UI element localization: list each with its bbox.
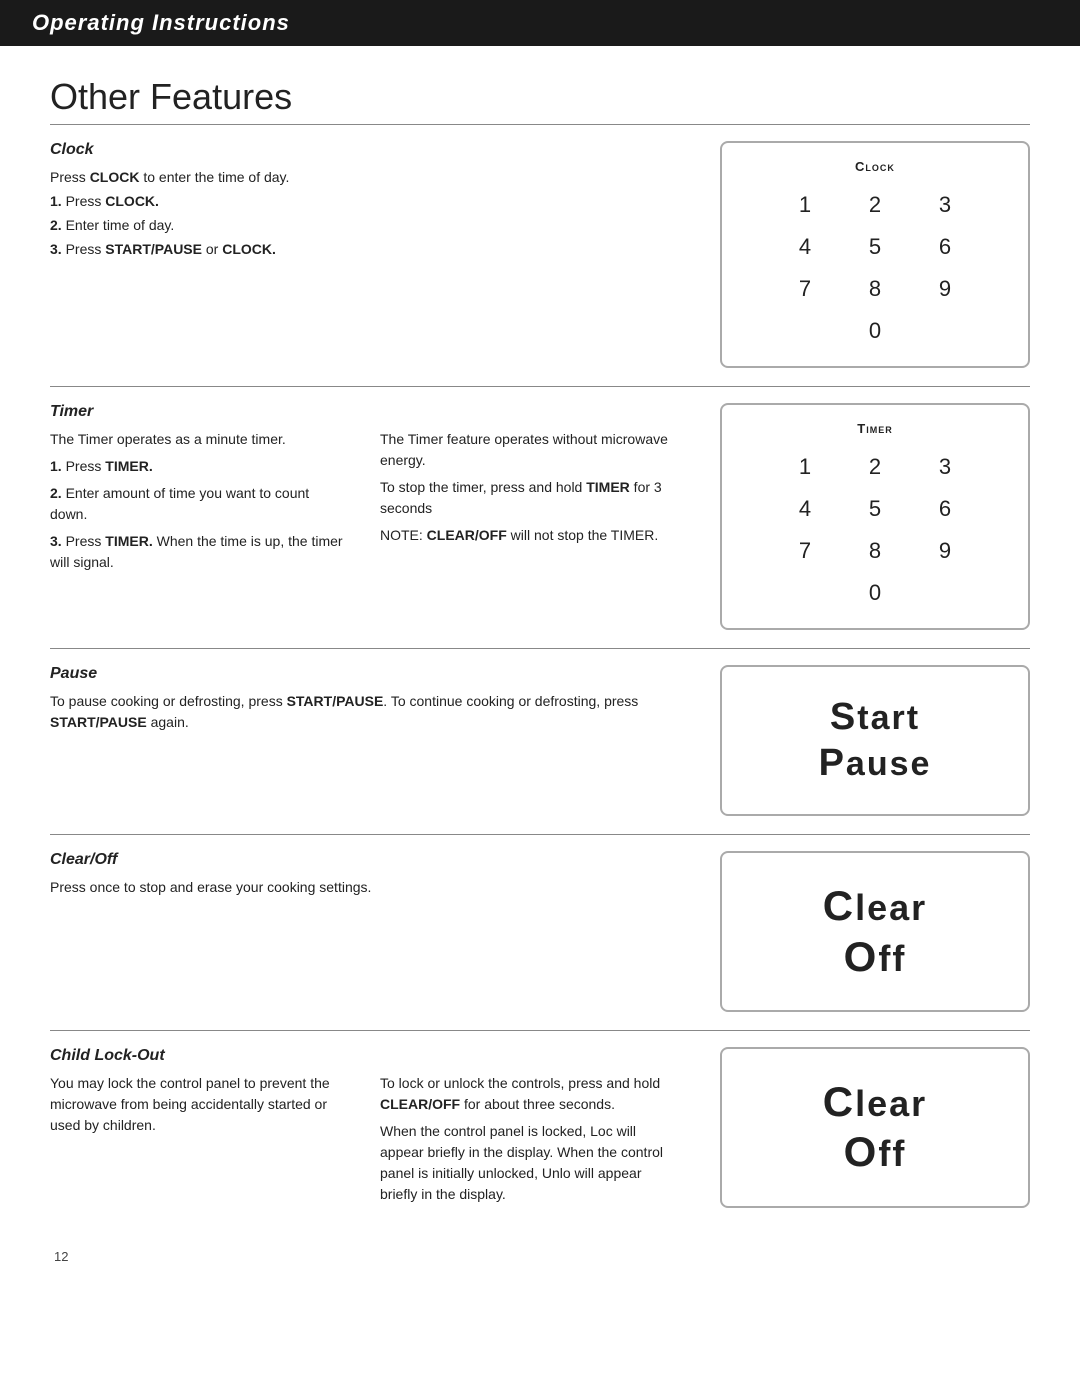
numpad-1: 1 [779, 186, 831, 224]
clearoff-panel-text: Clear Off [823, 881, 927, 982]
clock-section: Clock Press CLOCK to enter the time of d… [50, 141, 1030, 386]
timer-note2: To stop the timer, press and hold TIMER … [380, 477, 680, 519]
page-content: Other Features Clock Press CLOCK to ente… [0, 46, 1080, 1304]
clock-panel: Clock 1 2 3 4 5 6 7 8 9 0 [720, 141, 1030, 368]
timer-two-col: The Timer operates as a minute timer. 1.… [50, 429, 680, 579]
timer-divider [50, 386, 1030, 387]
timer-note1: The Timer feature operates without micro… [380, 429, 680, 471]
timer-panel-label: Timer [857, 421, 892, 436]
childlock-note2: When the control panel is locked, Loc wi… [380, 1121, 680, 1205]
timer-note3: NOTE: CLEAR/OFF will not stop the TIMER. [380, 525, 680, 546]
numpad-3: 3 [919, 186, 971, 224]
timer-numpad: 1 2 3 4 5 6 7 8 9 0 [779, 448, 971, 612]
childlock-section: Child Lock-Out You may lock the control … [50, 1047, 1030, 1229]
header-title: Operating Instructions [32, 10, 1048, 36]
pause-divider [50, 648, 1030, 649]
page-title: Other Features [50, 76, 1030, 118]
numpad-empty-left [779, 312, 831, 350]
timer-numpad-8: 8 [849, 532, 901, 570]
childlock-panel-text: Clear Off [823, 1077, 927, 1178]
clock-panel-label: Clock [855, 159, 895, 174]
childlock-divider [50, 1030, 1030, 1031]
pause-title: Pause [50, 665, 680, 683]
childlock-clear-label: Clear [823, 1077, 927, 1127]
timer-col2: The Timer feature operates without micro… [380, 429, 680, 579]
timer-intro: The Timer operates as a minute timer. [50, 429, 350, 450]
clearoff-panel: Clear Off [720, 851, 1030, 1012]
timer-text: Timer The Timer operates as a minute tim… [50, 403, 720, 579]
childlock-two-col: You may lock the control panel to preven… [50, 1073, 680, 1211]
clear-label: Clear [823, 881, 927, 931]
clock-step3: 3. Press START/PAUSE or CLOCK. [50, 239, 680, 260]
numpad-6: 6 [919, 228, 971, 266]
childlock-title: Child Lock-Out [50, 1047, 680, 1065]
clearoff-divider [50, 834, 1030, 835]
childlock-panel: Clear Off [720, 1047, 1030, 1208]
start-pause-text: Start Pause [819, 695, 932, 786]
clearoff-desc: Press once to stop and erase your cookin… [50, 877, 680, 898]
clock-step2: 2. Enter time of day. [50, 215, 680, 236]
childlock-col2: To lock or unlock the controls, press an… [380, 1073, 680, 1211]
timer-title: Timer [50, 403, 680, 421]
childlock-note1: To lock or unlock the controls, press an… [380, 1073, 680, 1115]
timer-numpad-empty-l [779, 574, 831, 612]
numpad-7: 7 [779, 270, 831, 308]
pause-text: Pause To pause cooking or defrosting, pr… [50, 665, 720, 739]
timer-section: Timer The Timer operates as a minute tim… [50, 403, 1030, 648]
timer-numpad-9: 9 [919, 532, 971, 570]
timer-step3: 3. Press TIMER. When the time is up, the… [50, 531, 350, 573]
clearoff-title: Clear/Off [50, 851, 680, 869]
timer-col1: The Timer operates as a minute timer. 1.… [50, 429, 350, 579]
clock-title: Clock [50, 141, 680, 159]
childlock-text: Child Lock-Out You may lock the control … [50, 1047, 720, 1211]
clearoff-text: Clear/Off Press once to stop and erase y… [50, 851, 720, 904]
clock-numpad: 1 2 3 4 5 6 7 8 9 0 [779, 186, 971, 350]
pause-desc: To pause cooking or defrosting, press ST… [50, 691, 680, 733]
childlock-desc1: You may lock the control panel to preven… [50, 1073, 350, 1136]
childlock-col1: You may lock the control panel to preven… [50, 1073, 350, 1211]
timer-numpad-5: 5 [849, 490, 901, 528]
timer-numpad-0: 0 [849, 574, 901, 612]
timer-step2: 2. Enter amount of time you want to coun… [50, 483, 350, 525]
numpad-4: 4 [779, 228, 831, 266]
clock-text: Clock Press CLOCK to enter the time of d… [50, 141, 720, 263]
numpad-8: 8 [849, 270, 901, 308]
numpad-2: 2 [849, 186, 901, 224]
clearoff-section: Clear/Off Press once to stop and erase y… [50, 851, 1030, 1030]
numpad-empty-right [919, 312, 971, 350]
timer-numpad-6: 6 [919, 490, 971, 528]
childlock-off-label: Off [823, 1127, 927, 1177]
timer-step1: 1. Press TIMER. [50, 456, 350, 477]
page-number: 12 [50, 1249, 1030, 1264]
clock-intro: Press CLOCK to enter the time of day. [50, 167, 680, 188]
numpad-0: 0 [849, 312, 901, 350]
title-divider [50, 124, 1030, 125]
pause-label: Pause [819, 741, 932, 787]
clock-step1: 1. Press CLOCK. [50, 191, 680, 212]
timer-numpad-7: 7 [779, 532, 831, 570]
timer-numpad-4: 4 [779, 490, 831, 528]
timer-panel: Timer 1 2 3 4 5 6 7 8 9 0 [720, 403, 1030, 630]
start-pause-panel: Start Pause [720, 665, 1030, 816]
numpad-9: 9 [919, 270, 971, 308]
pause-section: Pause To pause cooking or defrosting, pr… [50, 665, 1030, 834]
timer-numpad-empty-r [919, 574, 971, 612]
header-bar: Operating Instructions [0, 0, 1080, 46]
numpad-5: 5 [849, 228, 901, 266]
start-label: Start [819, 695, 932, 741]
timer-numpad-3: 3 [919, 448, 971, 486]
off-label: Off [823, 932, 927, 982]
timer-numpad-1: 1 [779, 448, 831, 486]
timer-numpad-2: 2 [849, 448, 901, 486]
